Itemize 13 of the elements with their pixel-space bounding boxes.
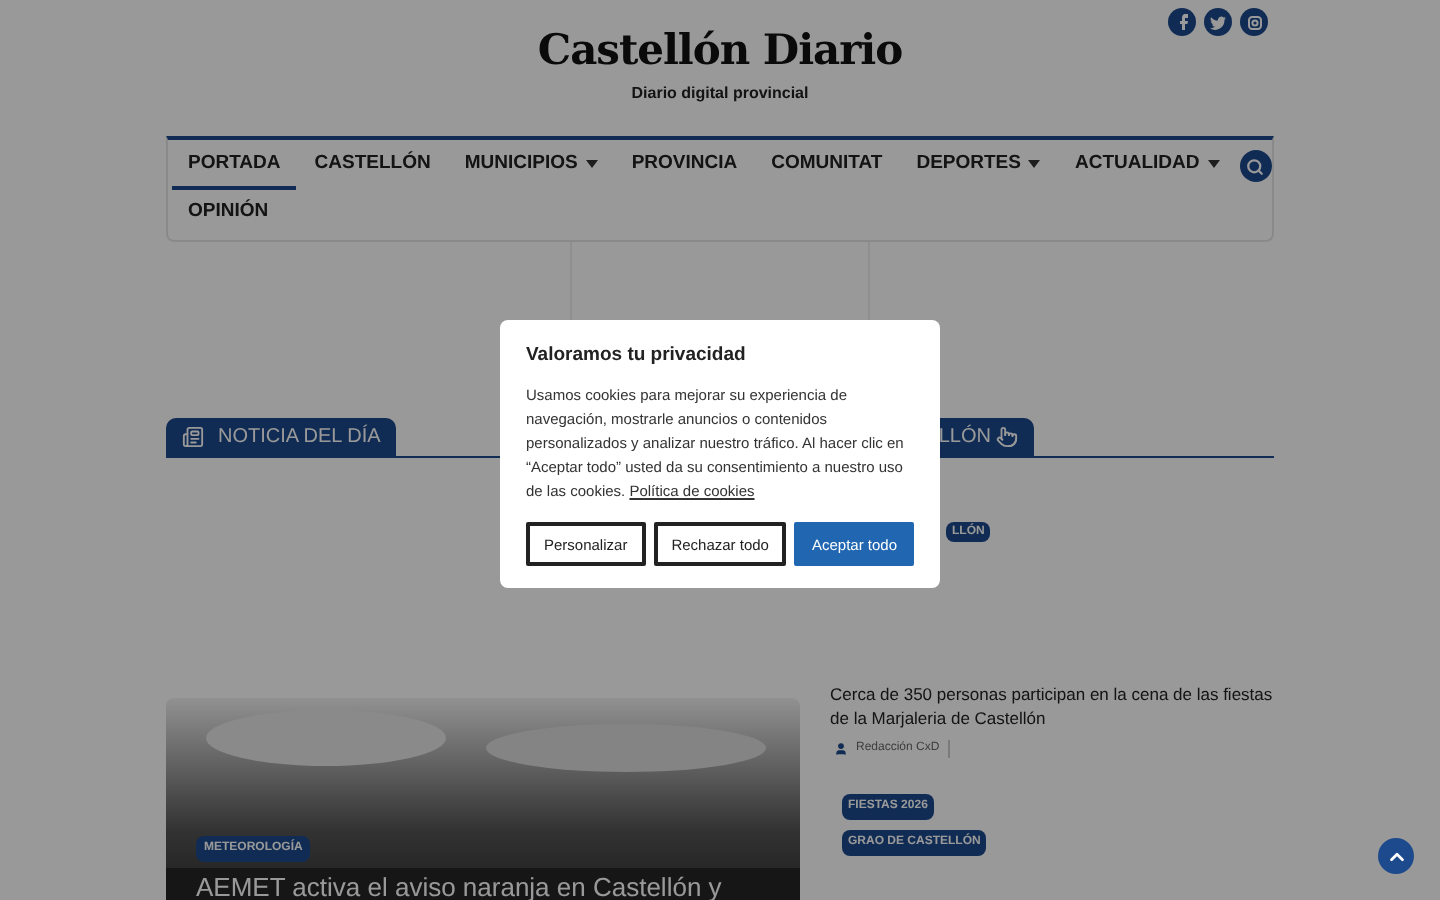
nav-link[interactable]: DEPORTES bbox=[900, 142, 1057, 190]
nav-link[interactable]: PROVINCIA bbox=[615, 142, 754, 190]
nav-link[interactable]: CASTELLÓN bbox=[298, 142, 447, 190]
nav-link[interactable]: MUNICIPIOS bbox=[448, 142, 614, 190]
nav-link[interactable]: PORTADA bbox=[172, 142, 297, 190]
dialog-title: Valoramos tu privacidad bbox=[526, 342, 748, 370]
site-tagline: Diario digital provincial bbox=[631, 82, 809, 106]
article-headline[interactable]: Cerca de 350 personas participan en la cena de las fiestas de la Marjaleria de Castellón bbox=[830, 682, 1274, 730]
nav-link[interactable]: COMUNITAT bbox=[755, 142, 899, 190]
section-tab[interactable]: NOTICIA DEL DÍA bbox=[166, 418, 397, 456]
nav-link[interactable]: ACTUALIDAD bbox=[1058, 142, 1236, 190]
nav-link[interactable]: OPINIÓN bbox=[172, 190, 285, 238]
site-logo[interactable]: Castellón Diario bbox=[537, 28, 903, 70]
